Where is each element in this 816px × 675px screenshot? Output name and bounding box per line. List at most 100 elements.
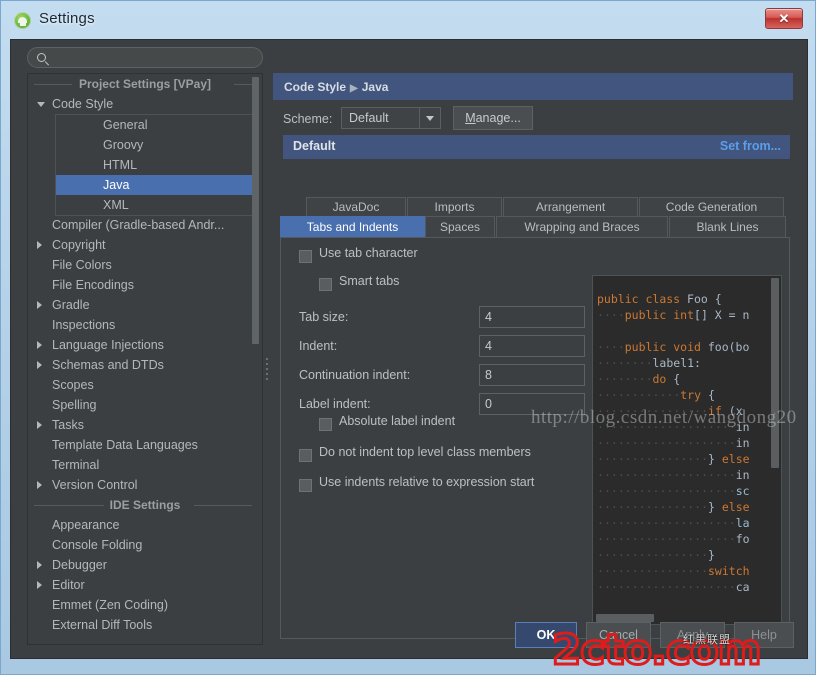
manage-button-mnemonic: M [465, 111, 475, 125]
checkbox-label-use-indents-relative-to-expression-start[interactable]: Use indents relative to expression start [319, 475, 534, 489]
sidebar-item-xml[interactable]: XML [56, 195, 254, 215]
checkbox-label-absolute-label-indent[interactable]: Absolute label indent [339, 414, 455, 428]
label-tab-size: Tab size: [299, 310, 348, 324]
sidebar-item-appearance[interactable]: Appearance [28, 515, 262, 535]
checkbox-absolute-label-indent[interactable] [319, 418, 332, 431]
chevron-down-icon[interactable] [37, 102, 45, 107]
sidebar-item-tasks[interactable]: Tasks [28, 415, 262, 435]
tree-group-header: IDE Settings [28, 495, 262, 515]
sidebar-item-debugger[interactable]: Debugger [28, 555, 262, 575]
scheme-dropdown[interactable]: Default [341, 107, 441, 129]
sidebar-item-label: Scopes [52, 375, 94, 395]
scheme-selected-value: Default [349, 111, 389, 125]
checkbox-label-smart-tabs[interactable]: Smart tabs [339, 274, 399, 288]
checkbox-use-tab-character[interactable] [299, 250, 312, 263]
search-box[interactable] [27, 47, 263, 68]
sidebar-item-java[interactable]: Java [56, 175, 254, 195]
chevron-down-icon[interactable] [419, 108, 440, 128]
chevron-right-icon[interactable] [37, 421, 42, 429]
tab-row-primary: Tabs and IndentsSpacesWrapping and Brace… [280, 216, 790, 238]
sidebar-item-template-data-languages[interactable]: Template Data Languages [28, 435, 262, 455]
tab-wrapping-and-braces[interactable]: Wrapping and Braces [496, 216, 668, 238]
sidebar-item-label: Gradle [52, 295, 90, 315]
label-label-indent: Label indent: [299, 397, 371, 411]
sidebar-item-gradle[interactable]: Gradle [28, 295, 262, 315]
help-button[interactable]: Help [734, 622, 794, 648]
sidebar-item-label: Inspections [52, 315, 115, 335]
sidebar-item-scopes[interactable]: Scopes [28, 375, 262, 395]
sidebar-item-label: XML [103, 195, 129, 215]
sidebar-item-terminal[interactable]: Terminal [28, 455, 262, 475]
input-continuation-indent[interactable] [479, 364, 585, 386]
code-preview[interactable]: public class Foo { ····public int[] X = … [592, 275, 782, 625]
manage-button[interactable]: Manage... [453, 106, 533, 130]
checkbox-do-not-indent-top-level-class-members[interactable] [299, 449, 312, 462]
chevron-right-icon[interactable] [37, 341, 42, 349]
chevron-right-icon[interactable] [37, 301, 42, 309]
sidebar-item-groovy[interactable]: Groovy [56, 135, 254, 155]
window-title: Settings [39, 10, 95, 27]
sidebar-item-copyright[interactable]: Copyright [28, 235, 262, 255]
sidebar-item-spelling[interactable]: Spelling [28, 395, 262, 415]
sidebar-item-editor[interactable]: Editor [28, 575, 262, 595]
chevron-right-icon[interactable] [37, 361, 42, 369]
tree-scrollbar[interactable] [252, 75, 261, 643]
tree-scrollbar-thumb[interactable] [252, 77, 259, 344]
chevron-right-icon[interactable] [37, 241, 42, 249]
chevron-right-icon[interactable] [37, 581, 42, 589]
sidebar-item-label: Tasks [52, 415, 84, 435]
tab-tabs-and-indents[interactable]: Tabs and Indents [280, 216, 425, 238]
ok-button[interactable]: OK [515, 622, 577, 648]
tab-label: Arrangement [536, 200, 605, 214]
sidebar-item-file-encodings[interactable]: File Encodings [28, 275, 262, 295]
tab-code-generation[interactable]: Code Generation [639, 197, 784, 216]
sidebar-item-label: Terminal [52, 455, 99, 475]
search-input[interactable] [54, 50, 254, 67]
breadcrumb-bar: Code Style▶Java [273, 73, 793, 100]
sidebar-item-html[interactable]: HTML [56, 155, 254, 175]
title-bar: Settings ✕ [1, 1, 816, 39]
sidebar-item-version-control[interactable]: Version Control [28, 475, 262, 495]
apply-button[interactable]: Apply [660, 622, 725, 648]
cancel-button[interactable]: Cancel [586, 622, 651, 648]
breadcrumb-root[interactable]: Code Style [284, 80, 346, 94]
tab-blank-lines[interactable]: Blank Lines [669, 216, 786, 238]
sidebar-item-label: File Encodings [52, 275, 134, 295]
sidebar-item-code-style[interactable]: Code Style [28, 94, 262, 114]
sidebar-item-schemas-and-dtds[interactable]: Schemas and DTDs [28, 355, 262, 375]
close-button[interactable]: ✕ [765, 8, 803, 29]
tab-arrangement[interactable]: Arrangement [503, 197, 638, 216]
sidebar-item-inspections[interactable]: Inspections [28, 315, 262, 335]
chevron-right-icon[interactable] [37, 561, 42, 569]
tab-imports[interactable]: Imports [407, 197, 502, 216]
dialog-button-row: OK Cancel Apply Help [11, 610, 809, 658]
sidebar-item-compiler-gradle-based-andr[interactable]: Compiler (Gradle-based Andr... [28, 215, 262, 235]
sidebar-item-console-folding[interactable]: Console Folding [28, 535, 262, 555]
input-indent[interactable] [479, 335, 585, 357]
tab-label: Blank Lines [696, 220, 758, 234]
checkbox-use-indents-relative-to-expression-start[interactable] [299, 479, 312, 492]
sidebar-item-label: Java [103, 175, 129, 195]
tab-spaces[interactable]: Spaces [425, 216, 495, 238]
checkbox-smart-tabs[interactable] [319, 278, 332, 291]
sidebar-item-label: Schemas and DTDs [52, 355, 164, 375]
tree-group-header: Project Settings [VPay] [28, 74, 262, 94]
sidebar-item-file-colors[interactable]: File Colors [28, 255, 262, 275]
settings-tree[interactable]: Project Settings [VPay]Code StyleGeneral… [27, 73, 263, 645]
set-from-link[interactable]: Set from... [720, 139, 781, 153]
tab-label: JavaDoc [333, 200, 380, 214]
checkbox-label-do-not-indent-top-level-class-members[interactable]: Do not indent top level class members [319, 445, 531, 459]
checkbox-label-use-tab-character[interactable]: Use tab character [319, 246, 418, 260]
chevron-right-icon[interactable] [37, 481, 42, 489]
code-preview-vertical-scrollbar[interactable] [771, 278, 779, 468]
splitter-handle[interactable] [266, 358, 269, 388]
sidebar-item-language-injections[interactable]: Language Injections [28, 335, 262, 355]
input-label-indent[interactable] [479, 393, 585, 415]
label-indent: Indent: [299, 339, 337, 353]
tab-javadoc[interactable]: JavaDoc [306, 197, 406, 216]
input-tab-size[interactable] [479, 306, 585, 328]
sidebar-item-label: Compiler (Gradle-based Andr... [52, 215, 224, 235]
sidebar-item-general[interactable]: General [56, 115, 254, 135]
sidebar-item-label: Editor [52, 575, 85, 595]
sidebar-item-label: Template Data Languages [52, 435, 198, 455]
